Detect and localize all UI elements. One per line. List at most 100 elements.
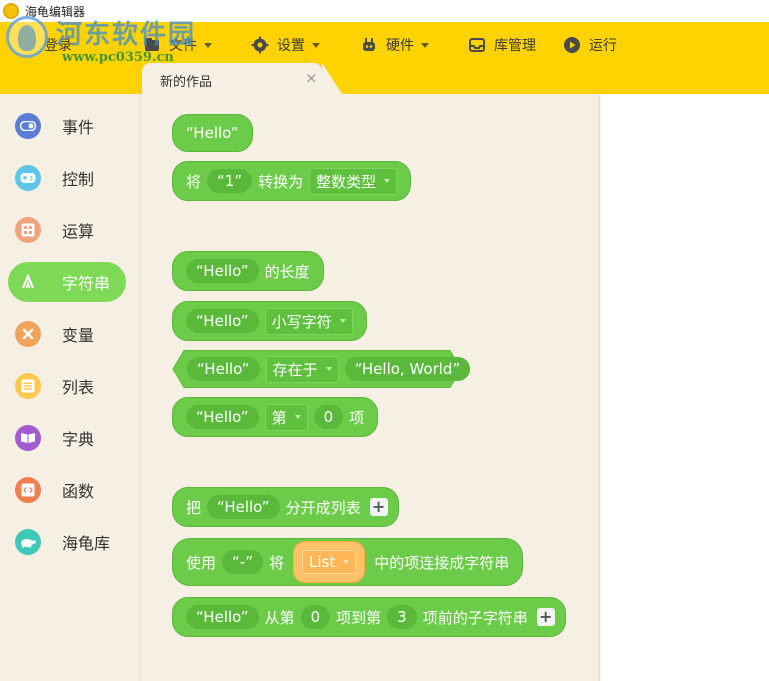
watermark-logo — [6, 16, 48, 58]
block-text: 中的项连接成字符串 — [374, 553, 510, 572]
contains-dropdown[interactable]: 存在于 — [265, 355, 339, 383]
chevron-down-icon — [339, 319, 346, 323]
dropdown-value: 整数类型 — [316, 172, 377, 191]
start-index-input[interactable]: 0 — [300, 605, 331, 629]
join-list-block[interactable]: 使用 “-” 将 List 中的项连接成字符串 — [172, 538, 524, 586]
sidebar-item-control[interactable]: 控制 — [8, 158, 126, 198]
string-input[interactable]: “Hello” — [186, 605, 259, 629]
library-manager-button[interactable]: 库管理 — [468, 33, 536, 57]
chevron-down-icon — [294, 415, 301, 419]
position-dropdown[interactable]: 第 — [264, 403, 308, 431]
list-variable-block[interactable]: List — [293, 541, 366, 583]
sidebar-item-label: 字符串 — [62, 274, 111, 293]
close-icon[interactable]: × — [305, 69, 318, 87]
string-contains-block[interactable]: “Hello” 存在于 “Hello, World” — [172, 350, 471, 388]
block-text: 从第 — [264, 608, 295, 627]
sidebar-item-dictionary[interactable]: 字典 — [8, 418, 126, 458]
dropdown-value: 存在于 — [272, 360, 318, 379]
category-sidebar: 事件 控制 运算 字符串 变量 列表 字典 函数 海龟库 — [0, 94, 141, 681]
sidebar-item-label: 控制 — [62, 170, 95, 189]
convert-type-block[interactable]: 将 “1” 转换为 整数类型 — [172, 161, 412, 201]
chevron-down-icon — [325, 367, 332, 371]
hardware-menu-button[interactable]: 硬件 — [360, 33, 429, 57]
run-label: 运行 — [589, 38, 617, 54]
sidebar-item-lists[interactable]: 列表 — [8, 366, 126, 406]
block-text: 使用 — [186, 553, 217, 572]
string-input[interactable]: “Hello” — [186, 405, 259, 429]
library-label: 库管理 — [494, 38, 536, 54]
book-icon — [15, 425, 41, 451]
string-input[interactable]: “Hello” — [207, 495, 280, 519]
string-input[interactable]: “Hello” — [186, 259, 259, 283]
chevron-down-icon — [384, 179, 391, 183]
chevron-down-icon — [343, 560, 350, 564]
string-length-block[interactable]: “Hello” 的长度 — [172, 251, 324, 291]
block-text: 的长度 — [264, 262, 310, 281]
run-button[interactable]: 运行 — [563, 33, 617, 57]
watermark-text: 河东软件园 — [56, 20, 197, 50]
sidebar-item-label: 字典 — [62, 430, 95, 449]
number-input[interactable]: 0 — [313, 405, 344, 429]
sidebar-item-label: 事件 — [62, 118, 95, 137]
turtle-icon — [15, 529, 41, 555]
block-text: 转换为 — [258, 172, 304, 191]
block-text: “Hello” — [186, 124, 239, 142]
dropdown-value: 第 — [271, 408, 287, 427]
watermark: 河东软件园 www.pc0359.cn — [0, 10, 210, 70]
settings-label: 设置 — [277, 38, 305, 54]
app-window: 海龟编辑器 登录 文件 设置 硬件 库管理 运行 河东软件园 www.pc035… — [0, 0, 769, 681]
sidebar-item-label: 运算 — [62, 222, 95, 241]
calculator-icon — [15, 217, 41, 243]
substring-block[interactable]: “Hello” 从第 0 项到第 3 项前的子字符串 + — [172, 597, 566, 637]
string-literal-block[interactable]: “Hello” — [172, 114, 253, 152]
end-index-input[interactable]: 3 — [387, 605, 417, 629]
block-text: 将 — [268, 553, 284, 572]
add-argument-button[interactable]: + — [369, 498, 388, 516]
block-text: 项到第 — [336, 608, 382, 627]
tab-new-work[interactable]: 新的作品 × — [142, 63, 342, 94]
list-dropdown[interactable]: List — [302, 550, 357, 574]
gear-icon — [251, 36, 269, 54]
string-input[interactable]: “Hello, World” — [344, 357, 471, 381]
dropdown-value: 小写字符 — [271, 312, 332, 331]
value-input[interactable]: “1” — [207, 169, 253, 193]
play-icon — [563, 36, 581, 54]
list-icon — [15, 373, 41, 399]
block-content: “Hello” 存在于 “Hello, World” — [184, 350, 473, 388]
type-dropdown[interactable]: 整数类型 — [309, 167, 398, 195]
letter-a-icon — [15, 269, 41, 295]
sidebar-item-label: 列表 — [62, 378, 95, 397]
robot-icon — [360, 36, 378, 54]
string-case-block[interactable]: “Hello” 小写字符 — [172, 301, 367, 341]
coding-canvas[interactable] — [602, 94, 769, 681]
inbox-icon — [468, 36, 486, 54]
string-input[interactable]: “Hello” — [187, 357, 260, 381]
sidebar-item-strings[interactable]: 字符串 — [8, 262, 126, 302]
sidebar-item-operators[interactable]: 运算 — [8, 210, 126, 250]
block-text: 把 — [186, 498, 202, 517]
string-item-block[interactable]: “Hello” 第 0 项 — [172, 397, 379, 437]
gamepad-icon — [15, 165, 41, 191]
chevron-down-icon — [421, 42, 429, 48]
sidebar-item-functions[interactable]: 函数 — [8, 470, 126, 510]
string-input[interactable]: “Hello” — [186, 309, 259, 333]
settings-menu-button[interactable]: 设置 — [251, 33, 320, 57]
case-dropdown[interactable]: 小写字符 — [264, 307, 353, 335]
sidebar-item-turtle-library[interactable]: 海龟库 — [8, 522, 126, 562]
variable-x-icon — [15, 321, 41, 347]
block-text: 项前的子字符串 — [422, 608, 528, 627]
sidebar-item-label: 变量 — [62, 326, 95, 345]
code-icon — [15, 477, 41, 503]
toggle-icon — [15, 113, 41, 139]
block-text: 项 — [349, 408, 365, 427]
sidebar-item-label: 函数 — [62, 482, 95, 501]
sidebar-item-variables[interactable]: 变量 — [8, 314, 126, 354]
separator-input[interactable]: “-” — [222, 550, 263, 574]
split-string-block[interactable]: 把 “Hello” 分开成列表 + — [172, 487, 399, 527]
sidebar-item-events[interactable]: 事件 — [8, 106, 126, 146]
chevron-down-icon — [312, 42, 320, 48]
tab-label: 新的作品 — [160, 75, 213, 90]
block-text: 将 — [186, 172, 202, 191]
block-text: 分开成列表 — [285, 498, 361, 517]
add-argument-button[interactable]: + — [536, 608, 555, 626]
